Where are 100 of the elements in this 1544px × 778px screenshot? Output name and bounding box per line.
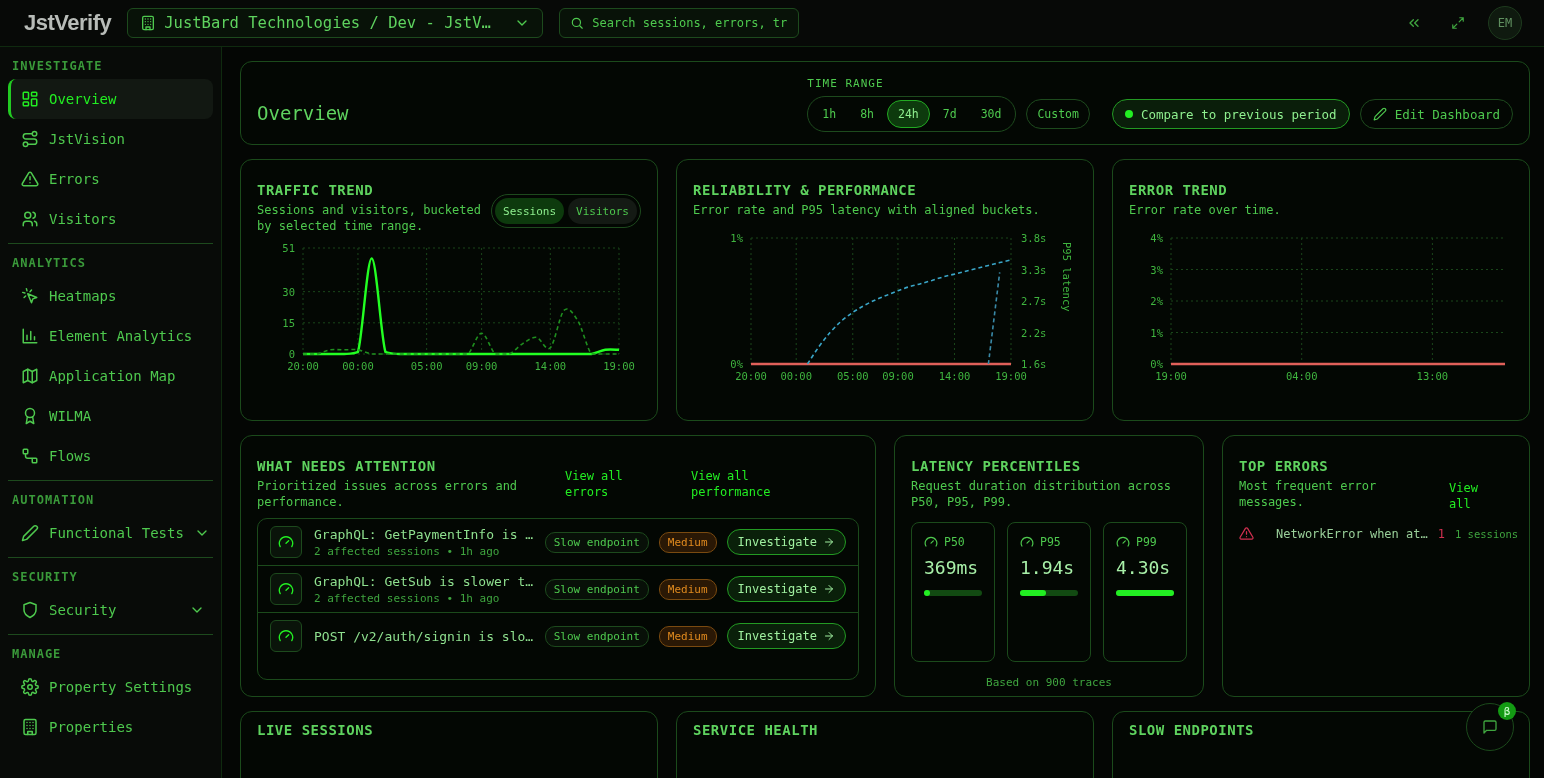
nav-item[interactable]: Overview bbox=[8, 79, 213, 119]
axis-label: 19:00 bbox=[995, 370, 1027, 382]
card-title: LIVE SESSIONS bbox=[257, 722, 374, 738]
axis-title: P95 latency bbox=[1061, 242, 1073, 312]
axis-label: 15 bbox=[282, 316, 295, 329]
pencil-icon bbox=[1372, 107, 1387, 121]
card-description: Prioritized issues across errors and performance. bbox=[257, 478, 519, 510]
route-icon bbox=[21, 130, 39, 148]
project-selector[interactable]: JustBard Technologies / Dev - JstV… bbox=[127, 8, 544, 38]
axis-label: 3.8s bbox=[1021, 232, 1047, 244]
settings-icon bbox=[21, 678, 39, 696]
card-title: TRAFFIC TREND bbox=[257, 182, 375, 198]
error-message[interactable]: NetworkError when at… bbox=[1276, 526, 1428, 541]
axis-label: 2% bbox=[1150, 295, 1163, 307]
axis-label: 3% bbox=[1150, 263, 1163, 276]
issue-title[interactable]: POST /v2/auth/signin is slo… bbox=[314, 628, 535, 644]
axis-label: 13:00 bbox=[1416, 370, 1449, 382]
nav-item[interactable]: Element Analytics bbox=[8, 316, 213, 356]
axis-label: 2.7s bbox=[1021, 295, 1047, 307]
axis-label: 05:00 bbox=[410, 360, 443, 372]
axis-label: 05:00 bbox=[836, 370, 869, 382]
expand-icon[interactable] bbox=[1451, 16, 1465, 30]
nav-item[interactable]: Security bbox=[8, 590, 213, 630]
axis-label: 0% bbox=[730, 358, 743, 370]
nav-item[interactable]: WILMA bbox=[8, 396, 213, 436]
toggle-option[interactable]: Visitors bbox=[568, 198, 637, 224]
nav-item[interactable]: Functional Tests bbox=[8, 513, 213, 553]
severity-tag: Medium bbox=[658, 625, 717, 647]
compare-toggle[interactable]: Compare to previous period bbox=[1111, 99, 1350, 129]
section-title: AUTOMATION bbox=[11, 493, 96, 507]
nav-item[interactable]: Properties bbox=[8, 707, 213, 747]
nav-item[interactable]: Errors bbox=[8, 159, 213, 199]
search-field[interactable]: Search sessions, errors, tr bbox=[559, 8, 800, 38]
logo[interactable]: JstVerify bbox=[24, 10, 112, 36]
pointer-icon bbox=[21, 287, 39, 305]
error-count: 1 bbox=[1437, 526, 1445, 541]
percentile-value: 4.30s bbox=[1116, 557, 1172, 578]
user-avatar[interactable]: EM bbox=[1488, 6, 1522, 40]
investigate-button[interactable]: Investigate bbox=[726, 576, 846, 602]
status-dot bbox=[1124, 110, 1133, 118]
axis-label: 0% bbox=[1150, 358, 1163, 370]
card-description: Request duration distribution across P50, P95, P99. bbox=[911, 478, 1173, 510]
link[interactable]: View all performance bbox=[691, 468, 781, 500]
axis-label: 20:00 bbox=[287, 360, 319, 372]
section-title: MANAGE bbox=[11, 647, 63, 661]
warning-icon bbox=[1239, 526, 1254, 541]
link[interactable]: View all errors bbox=[565, 468, 635, 500]
axis-label: 09:00 bbox=[465, 360, 498, 372]
gauge-icon bbox=[278, 628, 294, 644]
axis-label: 20:00 bbox=[735, 370, 767, 382]
percentile-label: P95 bbox=[1040, 535, 1061, 549]
map-icon bbox=[21, 367, 39, 385]
issue-meta: 2 affected sessions • 1h ago bbox=[314, 591, 501, 605]
axis-label: 00:00 bbox=[780, 370, 812, 382]
card-title: ERROR TREND bbox=[1129, 182, 1229, 198]
field-label: TIME RANGE bbox=[807, 77, 885, 90]
bar-chart-icon bbox=[21, 327, 39, 345]
nav-item[interactable]: Property Settings bbox=[8, 667, 213, 707]
nodes-icon bbox=[21, 447, 39, 465]
axis-label: 14:00 bbox=[534, 360, 567, 372]
nav-item[interactable]: Application Map bbox=[8, 356, 213, 396]
card-title: RELIABILITY & PERFORMANCE bbox=[693, 182, 918, 198]
shield-icon bbox=[21, 601, 39, 619]
nav-item[interactable]: Heatmaps bbox=[8, 276, 213, 316]
time-range-option[interactable]: 30d bbox=[969, 100, 1013, 128]
users-icon bbox=[21, 210, 39, 228]
time-range-option[interactable]: 7d bbox=[931, 100, 968, 128]
time-range-option[interactable]: 24h bbox=[887, 100, 930, 128]
issue-meta: 2 affected sessions • 1h ago bbox=[314, 544, 501, 558]
nav-item[interactable]: JstVision bbox=[8, 119, 213, 159]
card-title: SERVICE HEALTH bbox=[693, 722, 818, 738]
issue-title[interactable]: GraphQL: GetPaymentInfo is … bbox=[314, 526, 535, 542]
toggle-option[interactable]: Sessions bbox=[495, 198, 564, 224]
link[interactable]: View all bbox=[1449, 480, 1483, 512]
tag: Slow endpoint bbox=[544, 625, 649, 647]
issue-title[interactable]: GraphQL: GetSub is slower t… bbox=[314, 573, 535, 589]
axis-label: 09:00 bbox=[882, 370, 914, 382]
nav-item[interactable]: Flows bbox=[8, 436, 213, 476]
time-range-option[interactable]: 1h bbox=[811, 100, 848, 128]
axis-label: 2.2s bbox=[1021, 326, 1047, 339]
axis-label: 1% bbox=[730, 232, 743, 244]
axis-label: 51 bbox=[282, 242, 295, 254]
severity-tag: Medium bbox=[658, 531, 717, 553]
arrow-right-icon bbox=[823, 630, 835, 642]
investigate-button[interactable]: Investigate bbox=[726, 623, 846, 649]
percentile-value: 1.94s bbox=[1020, 557, 1076, 578]
nav-item[interactable]: Visitors bbox=[8, 199, 213, 239]
footnote: Based on 900 traces bbox=[985, 676, 1113, 689]
section-title: INVESTIGATE bbox=[11, 59, 104, 73]
time-range-option[interactable]: 8h bbox=[849, 100, 885, 128]
card-title: TOP ERRORS bbox=[1239, 458, 1330, 474]
card-description: Most frequent error messages. bbox=[1239, 478, 1378, 510]
section-title: SECURITY bbox=[11, 570, 79, 584]
card-description: Sessions and visitors, bucketed by selected time range. bbox=[257, 202, 482, 234]
investigate-button[interactable]: Investigate bbox=[726, 529, 846, 555]
building-icon bbox=[140, 15, 157, 31]
percentile-label: P99 bbox=[1136, 535, 1157, 549]
arrow-right-icon bbox=[823, 536, 835, 548]
chat-icon bbox=[1482, 719, 1498, 735]
severity-tag: Medium bbox=[658, 578, 717, 600]
